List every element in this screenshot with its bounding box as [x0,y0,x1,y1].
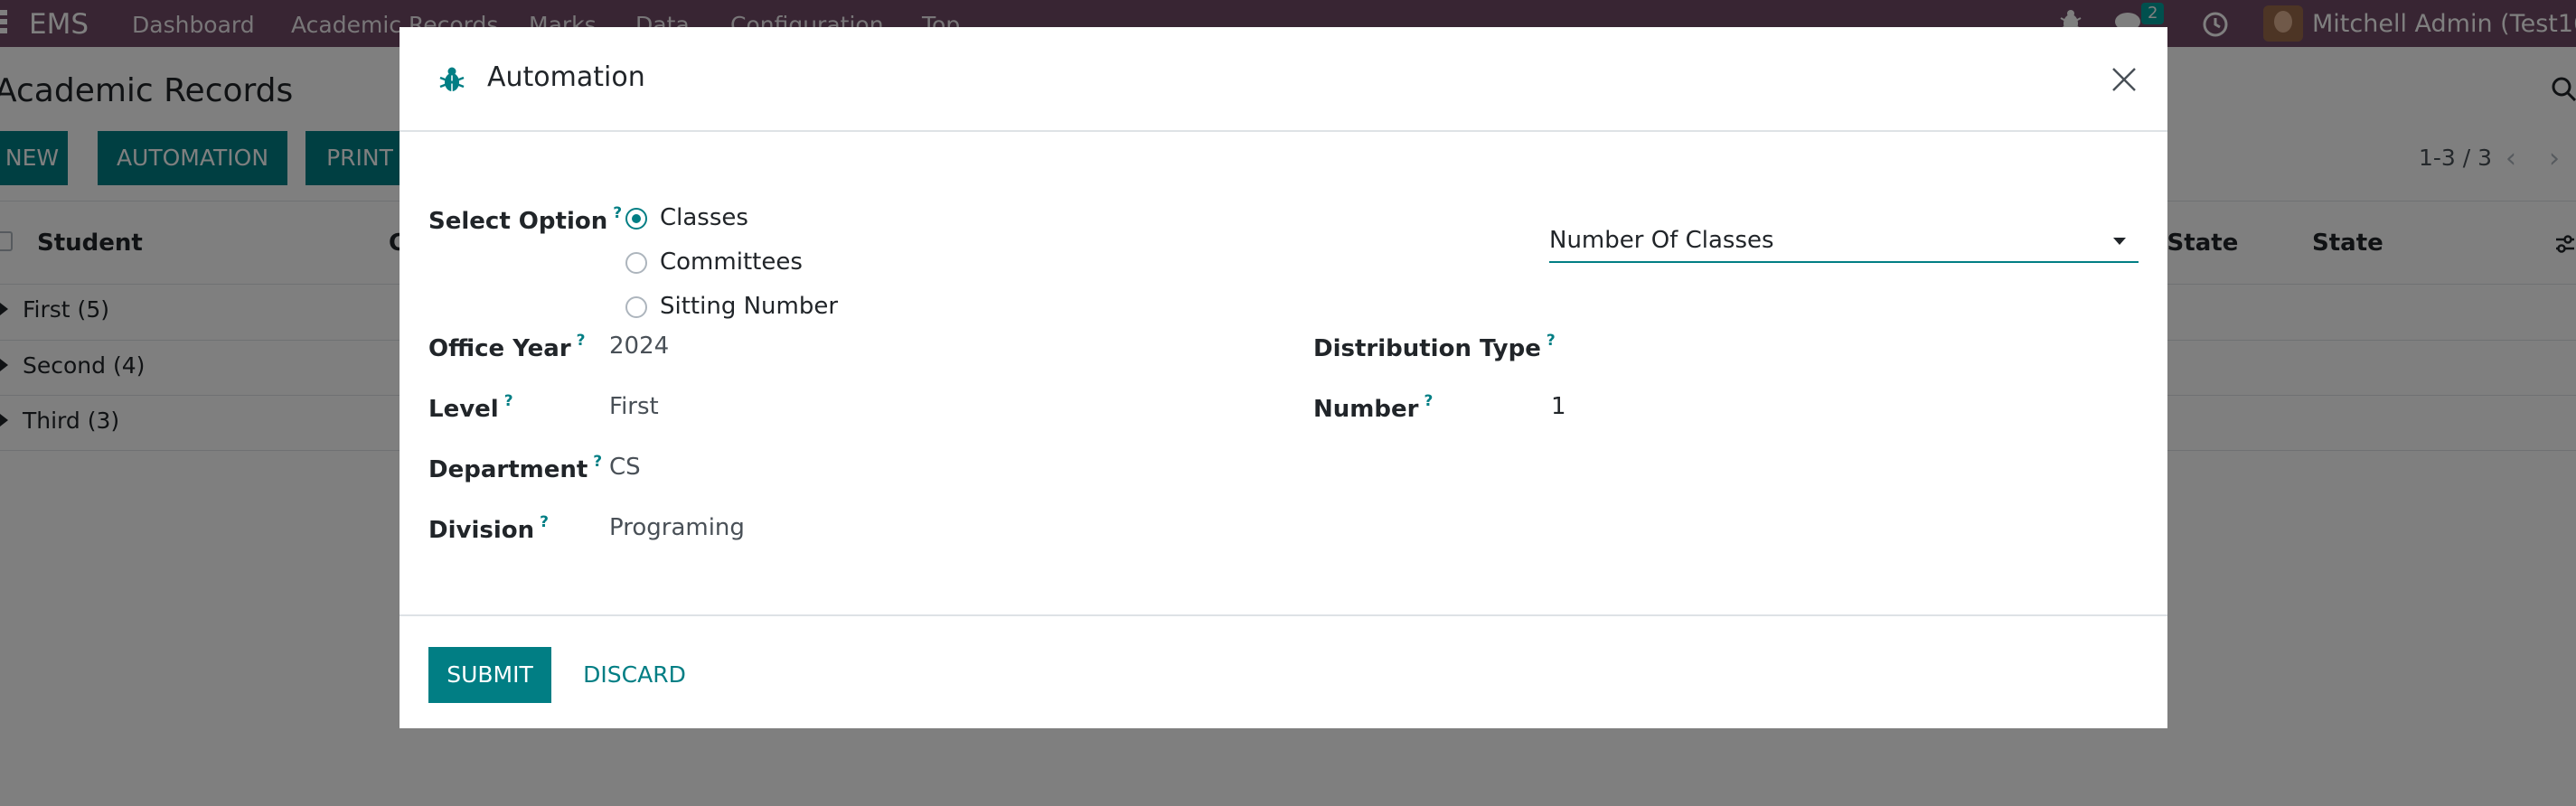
radio-committees[interactable] [625,252,647,274]
level-label: Level? [428,392,513,423]
modal-footer: SUBMIT DISCARD [400,614,2167,728]
department-value[interactable]: CS [609,454,641,481]
division-value[interactable]: Programing [609,514,745,541]
office-year-label: Office Year? [428,332,586,362]
distribution-type-label: Distribution Type? [1313,332,1556,362]
distribution-type-select[interactable]: Number Of Classes [1549,221,2139,263]
division-label: Division? [428,513,549,544]
help-tooltip[interactable]: ? [504,392,513,410]
help-tooltip[interactable]: ? [1547,332,1556,350]
radio-label-sitting-number[interactable]: Sitting Number [660,293,838,320]
help-tooltip[interactable]: ? [593,453,602,471]
help-tooltip[interactable]: ? [540,513,549,531]
number-value[interactable]: 1 [1551,393,1566,420]
submit-button[interactable]: SUBMIT [428,647,551,703]
modal-body: Select Option? Classes Committees Sittin… [400,134,2167,616]
number-label: Number? [1313,392,1434,423]
help-tooltip[interactable]: ? [1424,392,1433,410]
office-year-value[interactable]: 2024 [609,333,669,360]
radio-classes[interactable] [625,208,647,230]
discard-button[interactable]: DISCARD [573,647,696,703]
radio-sitting-number[interactable] [625,296,647,318]
modal-header: Automation [400,27,2167,132]
automation-dialog: Automation Select Option? Classes Commit… [400,27,2167,728]
department-label: Department? [428,453,603,483]
help-tooltip[interactable]: ? [613,204,622,222]
close-icon[interactable] [2110,65,2139,94]
distribution-type-value: Number Of Classes [1549,227,1774,254]
select-option-label: Select Option? [428,204,623,235]
radio-label-classes[interactable]: Classes [660,204,748,231]
help-tooltip[interactable]: ? [577,332,586,350]
level-value[interactable]: First [609,393,659,420]
caret-down-icon [2113,238,2126,245]
modal-title: Automation [487,61,645,93]
radio-label-committees[interactable]: Committees [660,248,803,276]
bug-icon [439,67,465,91]
